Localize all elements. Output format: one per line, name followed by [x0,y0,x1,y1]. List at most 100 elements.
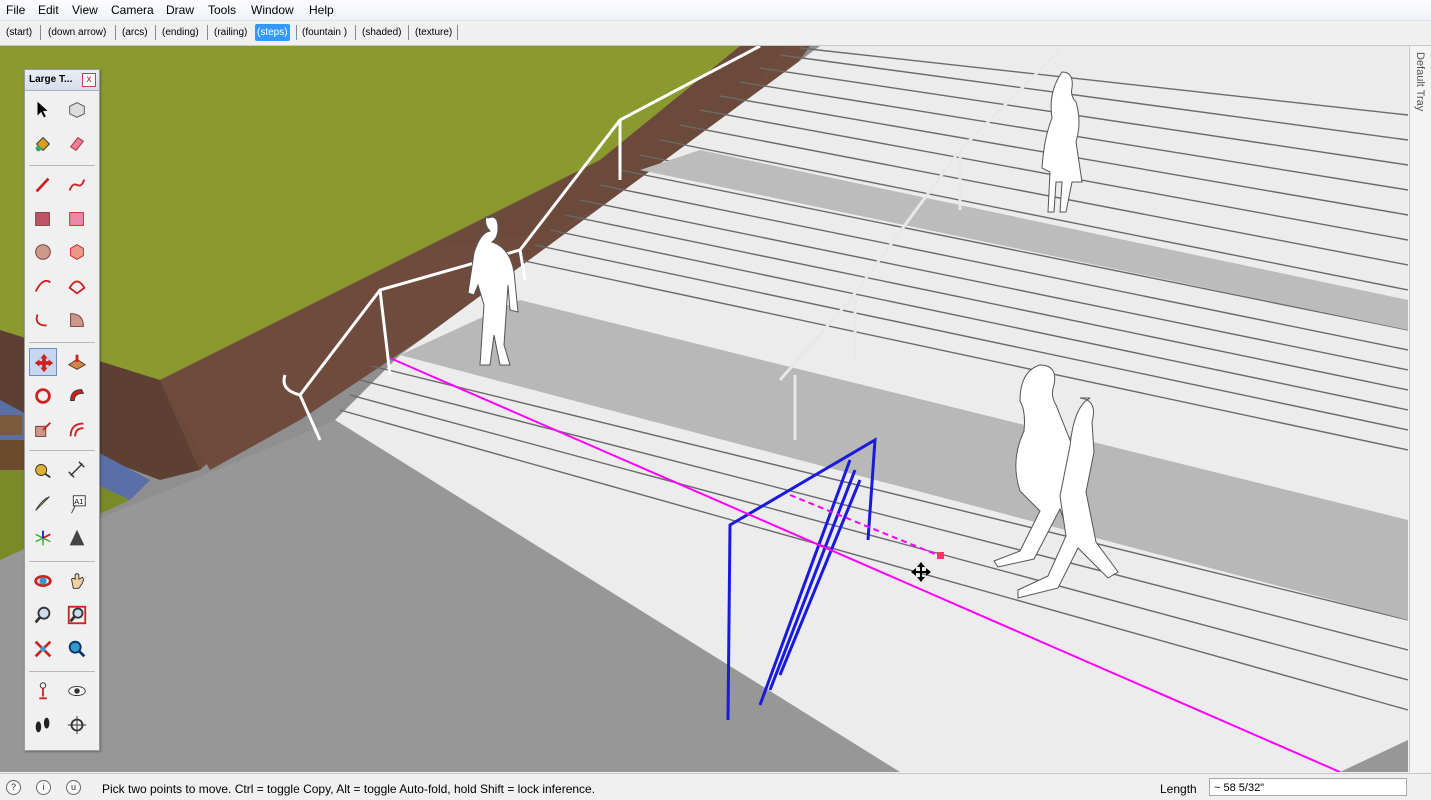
push-pull-tool-icon [67,354,87,370]
look-around-tool-button[interactable] [63,677,91,705]
dimension-tool-icon [68,461,85,478]
circle-tool-icon [35,244,51,260]
position-camera-tool-button[interactable] [29,677,57,705]
rotate-tool-button[interactable] [29,382,57,410]
make-component-tool-button[interactable] [63,96,91,124]
rectangle-tool-button[interactable] [29,205,57,233]
polygon-tool-icon [70,244,84,260]
inference-point [937,552,944,559]
scene-tab-railing[interactable]: (railing) [212,24,249,41]
zoom-window-tool-button[interactable] [63,601,91,629]
scene-tab-shaded[interactable]: (shaded) [360,24,403,41]
toolbar-separator [29,342,95,343]
protractor-tool-icon [35,496,50,511]
text-tool-button[interactable]: A1 [63,490,91,518]
menu-window[interactable]: Window [251,3,294,17]
toolbar-title-bar[interactable]: Large T... x [25,70,99,91]
look-around-tool-icon [68,685,86,697]
pie-tool-button[interactable] [63,306,91,334]
scene-tab-arcs[interactable]: (arcs) [120,24,150,41]
credits-icon[interactable]: i [36,780,51,795]
3d-text-tool-button[interactable] [63,524,91,552]
offset-tool-button[interactable] [63,416,91,444]
toolbar-separator [29,561,95,562]
arc-tool-icon [34,279,51,292]
select-tool-icon [37,101,48,118]
menu-tools[interactable]: Tools [208,3,236,17]
circle-tool-button[interactable] [29,238,57,266]
follow-me-tool-button[interactable] [63,382,91,410]
rotated-rectangle-tool-icon [69,212,84,226]
tape-measure-tool-button[interactable] [29,456,57,484]
scale-tool-button[interactable] [29,416,57,444]
geo-location-icon[interactable]: ? [6,780,21,795]
rectangle-tool-icon [35,212,50,226]
zoom-extents-tool-icon [34,640,52,658]
follow-me-tool-icon [70,389,85,402]
scene-tab-texture[interactable]: (texture) [413,24,454,41]
three-point-arc-tool-button[interactable] [29,306,57,334]
scene-separator [40,25,41,40]
scene-separator [457,25,458,40]
push-pull-tool-button[interactable] [63,348,91,376]
scene-tab-start[interactable]: (start) [4,24,34,41]
scene-separator [408,25,409,40]
menu-file[interactable]: File [6,3,25,17]
dimension-tool-button[interactable] [63,456,91,484]
menu-draw[interactable]: Draw [166,3,194,17]
paint-bucket-tool-icon [35,136,51,152]
menu-camera[interactable]: Camera [111,3,154,17]
toolbar-title: Large T... [29,74,73,85]
scene-tab-down-arrow[interactable]: (down arrow) [46,24,108,41]
menu-edit[interactable]: Edit [38,3,59,17]
pan-tool-button[interactable] [63,567,91,595]
freehand-tool-button[interactable] [63,171,91,199]
position-camera-tool-icon [39,682,47,700]
scene-tabs-bar: (start) (down arrow) (arcs) (ending) (ra… [0,21,1431,46]
menu-help[interactable]: Help [309,3,334,17]
zoom-tool-button[interactable] [29,601,57,629]
scale-tool-icon [35,422,51,437]
protractor-tool-button[interactable] [29,490,57,518]
previous-view-tool-icon [68,640,86,658]
scene-separator [155,25,156,40]
move-tool-button[interactable] [29,348,57,376]
default-tray-label: Default Tray [1414,52,1426,112]
two-point-arc-tool-button[interactable] [63,272,91,300]
scene-tab-fountain[interactable]: (fountain ) [300,24,349,41]
freehand-tool-icon [68,179,86,191]
two-point-arc-tool-icon [68,280,86,295]
axes-tool-icon [35,530,51,546]
svg-text:A1: A1 [74,497,83,506]
pan-tool-icon [71,573,84,589]
move-tool-icon [34,353,54,373]
walk-tool-button[interactable] [29,711,57,739]
scene-tab-steps[interactable]: (steps) [255,24,290,41]
scene-separator [296,25,297,40]
vcb-length-input[interactable]: ~ 58 5/32" [1209,778,1407,796]
rotated-rectangle-tool-button[interactable] [63,205,91,233]
polygon-tool-button[interactable] [63,238,91,266]
arc-tool-button[interactable] [29,272,57,300]
toolbar-close-button[interactable]: x [82,73,96,87]
rotate-tool-icon [35,388,51,404]
menu-view[interactable]: View [72,3,98,17]
select-tool-button[interactable] [29,96,57,124]
status-bar: ? i u Pick two points to move. Ctrl = to… [0,773,1431,800]
line-tool-button[interactable] [29,171,57,199]
default-tray-collapsed[interactable]: Default Tray [1409,46,1431,772]
previous-view-tool-button[interactable] [63,635,91,663]
section-plane-tool-button[interactable] [63,711,91,739]
toolbar-separator [29,671,95,672]
paint-bucket-tool-button[interactable] [29,130,57,158]
text-tool-icon: A1 [71,495,86,514]
menu-bar: File Edit View Camera Draw Tools Window … [0,0,1431,21]
scene-tab-ending[interactable]: (ending) [160,24,201,41]
axes-tool-button[interactable] [29,524,57,552]
toolbar-separator [29,450,95,451]
user-icon[interactable]: u [66,780,81,795]
orbit-tool-button[interactable] [29,567,57,595]
zoom-extents-tool-button[interactable] [29,635,57,663]
model-viewport[interactable] [0,46,1408,772]
eraser-tool-button[interactable] [63,130,91,158]
